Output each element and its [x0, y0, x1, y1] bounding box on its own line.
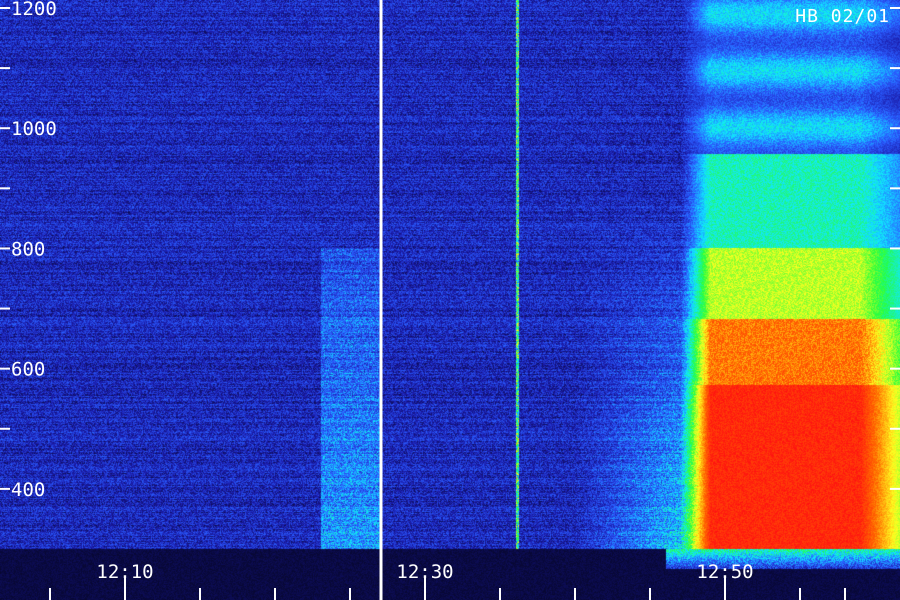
y-tick-label: 400	[11, 479, 45, 501]
y-tick-label: 1000	[11, 118, 57, 140]
y-tick-label: 800	[11, 238, 45, 260]
x-tick-label: 12:10	[96, 561, 153, 583]
spectrogram-figure: 400 600 800 1000 1200 12:10 12:30 12:50 HB 02/…	[0, 0, 900, 600]
y-axis-ticks: 400 600 800 1000 1200	[0, 0, 900, 501]
x-tick-label: 12:30	[396, 561, 453, 583]
x-axis-ticks: 12:10 12:30 12:50	[49, 561, 846, 600]
x-tick-label: 12:50	[696, 561, 753, 583]
axes-overlay: 400 600 800 1000 1200 12:10 12:30 12:50	[0, 0, 900, 600]
y-tick-label: 600	[11, 359, 45, 381]
station-label: HB 02/01	[795, 6, 890, 27]
y-tick-label: 1200	[11, 0, 57, 20]
